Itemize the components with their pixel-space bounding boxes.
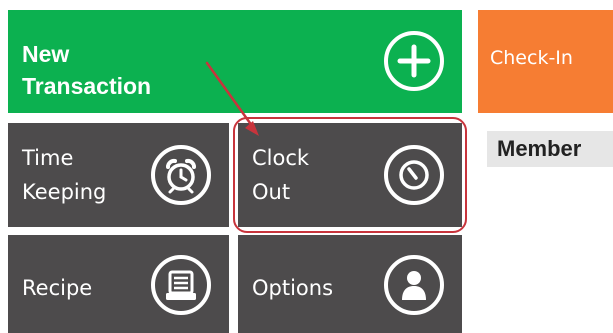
time-keeping-tile[interactable]: Time Keeping	[8, 123, 229, 227]
receipt-icon	[151, 255, 211, 315]
recipe-tile[interactable]: Recipe	[8, 235, 229, 333]
new-transaction-label: New Transaction	[22, 41, 152, 99]
recipe-label: Recipe	[22, 276, 93, 300]
check-in-label: Check-In	[490, 47, 573, 69]
options-tile[interactable]: Options	[238, 235, 462, 333]
alarm-clock-icon	[151, 145, 211, 205]
check-in-tile[interactable]: Check-In	[478, 10, 613, 113]
user-icon	[384, 255, 444, 315]
member-label: Member	[487, 131, 613, 167]
options-label: Options	[252, 276, 334, 300]
new-transaction-tile[interactable]: New Transaction	[8, 10, 462, 113]
time-keeping-label: Time Keeping	[22, 146, 107, 204]
plus-icon	[384, 31, 444, 91]
annotation-highlight-box	[233, 117, 467, 233]
